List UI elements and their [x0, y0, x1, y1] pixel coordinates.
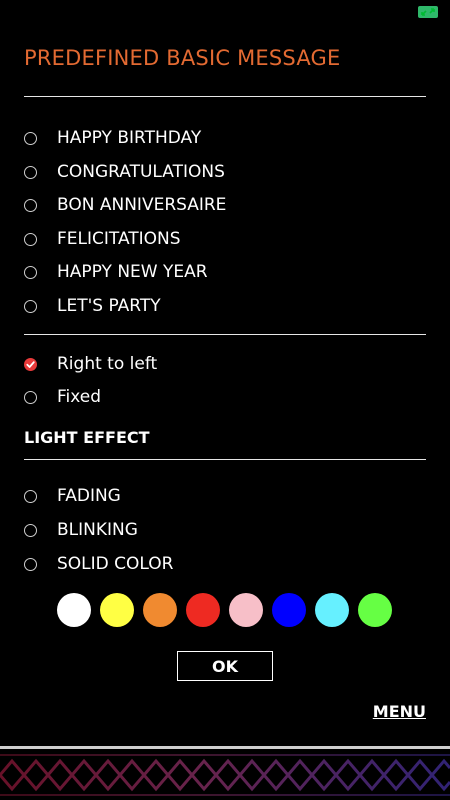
radio-icon[interactable] [24, 489, 37, 503]
menu-link[interactable]: MENU [373, 702, 426, 721]
color-swatch-yellow[interactable] [100, 593, 134, 627]
color-swatch-red[interactable] [186, 593, 220, 627]
message-option-happy-new-year[interactable]: HAPPY NEW YEAR [24, 260, 208, 284]
radio-icon[interactable] [24, 165, 37, 179]
radio-icon[interactable] [24, 390, 37, 404]
color-swatch-cyan[interactable] [315, 593, 349, 627]
radio-icon[interactable] [24, 299, 37, 313]
decorative-pattern-footer [0, 754, 450, 796]
color-swatch-green[interactable] [358, 593, 392, 627]
option-label: FELICITATIONS [57, 229, 181, 249]
option-label: HAPPY BIRTHDAY [57, 128, 202, 148]
color-swatch-orange[interactable] [143, 593, 177, 627]
option-label: BON ANNIVERSAIRE [57, 195, 227, 215]
color-swatch-pink[interactable] [229, 593, 263, 627]
radio-icon[interactable] [24, 232, 37, 246]
message-option-bon-anniversaire[interactable]: BON ANNIVERSAIRE [24, 193, 226, 217]
color-swatch-blue[interactable] [272, 593, 306, 627]
color-swatch-white[interactable] [57, 593, 91, 627]
divider [24, 334, 426, 335]
radio-icon[interactable] [24, 557, 37, 571]
checked-radio-icon[interactable] [24, 357, 37, 371]
effect-option-solid-color[interactable]: SOLID COLOR [24, 552, 173, 576]
scroll-option-fixed[interactable]: Fixed [24, 385, 101, 409]
ok-button[interactable]: OK [177, 651, 273, 681]
option-label: HAPPY NEW YEAR [57, 262, 208, 282]
effect-option-blinking[interactable]: BLINKING [24, 518, 138, 542]
page-title: PREDEFINED BASIC MESSAGE [24, 46, 341, 70]
message-option-lets-party[interactable]: LET'S PARTY [24, 294, 161, 318]
option-label: SOLID COLOR [57, 554, 174, 574]
message-option-felicitations[interactable]: FELICITATIONS [24, 227, 181, 251]
radio-icon[interactable] [24, 198, 37, 212]
option-label: Fixed [57, 387, 102, 407]
radio-icon[interactable] [24, 131, 37, 145]
expand-arrows-icon[interactable] [418, 6, 438, 18]
option-label: CONGRATULATIONS [57, 162, 225, 182]
divider [24, 96, 426, 97]
option-label: Right to left [57, 354, 158, 374]
option-label: FADING [57, 486, 121, 506]
option-label: LET'S PARTY [57, 296, 161, 316]
light-effect-heading: LIGHT EFFECT [24, 428, 150, 447]
option-label: BLINKING [57, 520, 138, 540]
radio-icon[interactable] [24, 265, 37, 279]
divider [24, 459, 426, 460]
effect-option-fading[interactable]: FADING [24, 484, 121, 508]
radio-icon[interactable] [24, 523, 37, 537]
message-option-congratulations[interactable]: CONGRATULATIONS [24, 160, 225, 184]
message-option-happy-birthday[interactable]: HAPPY BIRTHDAY [24, 126, 201, 150]
scroll-option-right-to-left[interactable]: Right to left [24, 352, 157, 376]
